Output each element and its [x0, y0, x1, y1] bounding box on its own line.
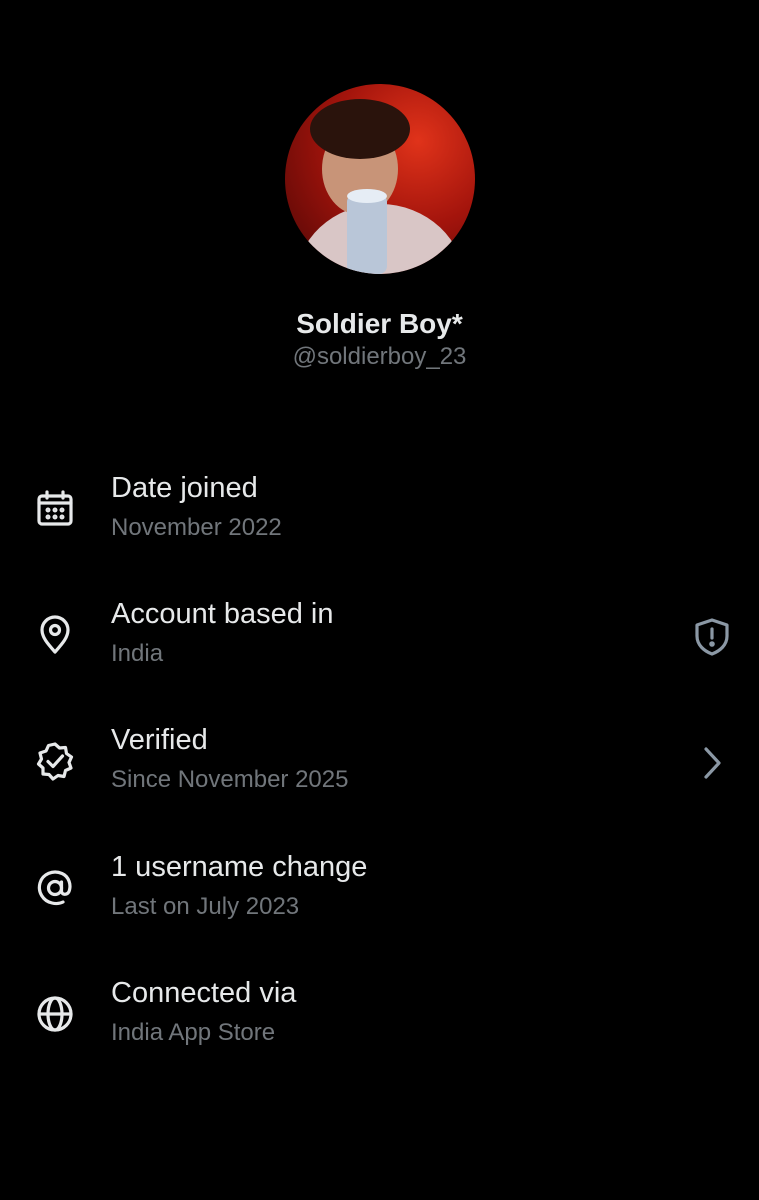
- shield-alert-icon[interactable]: [691, 616, 733, 658]
- detail-subtitle: November 2022: [111, 514, 282, 541]
- detail-title: Connected via: [111, 977, 297, 1009]
- detail-row-account-based-in: Account based in India: [0, 596, 759, 706]
- verified-badge-icon: [33, 739, 77, 783]
- detail-row-connected-via: Connected via India App Store: [0, 975, 759, 1085]
- detail-subtitle: India: [111, 640, 164, 667]
- at-sign-icon: [33, 866, 77, 910]
- avatar[interactable]: [285, 84, 475, 274]
- detail-row-date-joined: Date joined November 2022: [0, 470, 759, 580]
- detail-row-verified[interactable]: Verified Since November 2025: [0, 722, 759, 832]
- detail-title: Verified: [111, 724, 208, 756]
- detail-row-username-change: 1 username change Last on July 2023: [0, 849, 759, 959]
- detail-subtitle: Last on July 2023: [111, 893, 300, 920]
- detail-title: Date joined: [111, 472, 258, 504]
- detail-subtitle: India App Store: [111, 1019, 276, 1046]
- detail-title: 1 username change: [111, 851, 368, 883]
- chevron-right-icon[interactable]: [691, 742, 733, 784]
- location-pin-icon: [33, 613, 77, 657]
- globe-icon: [33, 992, 77, 1036]
- detail-subtitle: Since November 2025: [111, 766, 349, 793]
- avatar-photo: [295, 99, 465, 274]
- detail-title: Account based in: [111, 598, 334, 630]
- calendar-icon: [33, 487, 77, 531]
- username-handle: @soldierboy_23: [292, 343, 467, 370]
- display-name: Soldier Boy*: [296, 308, 463, 339]
